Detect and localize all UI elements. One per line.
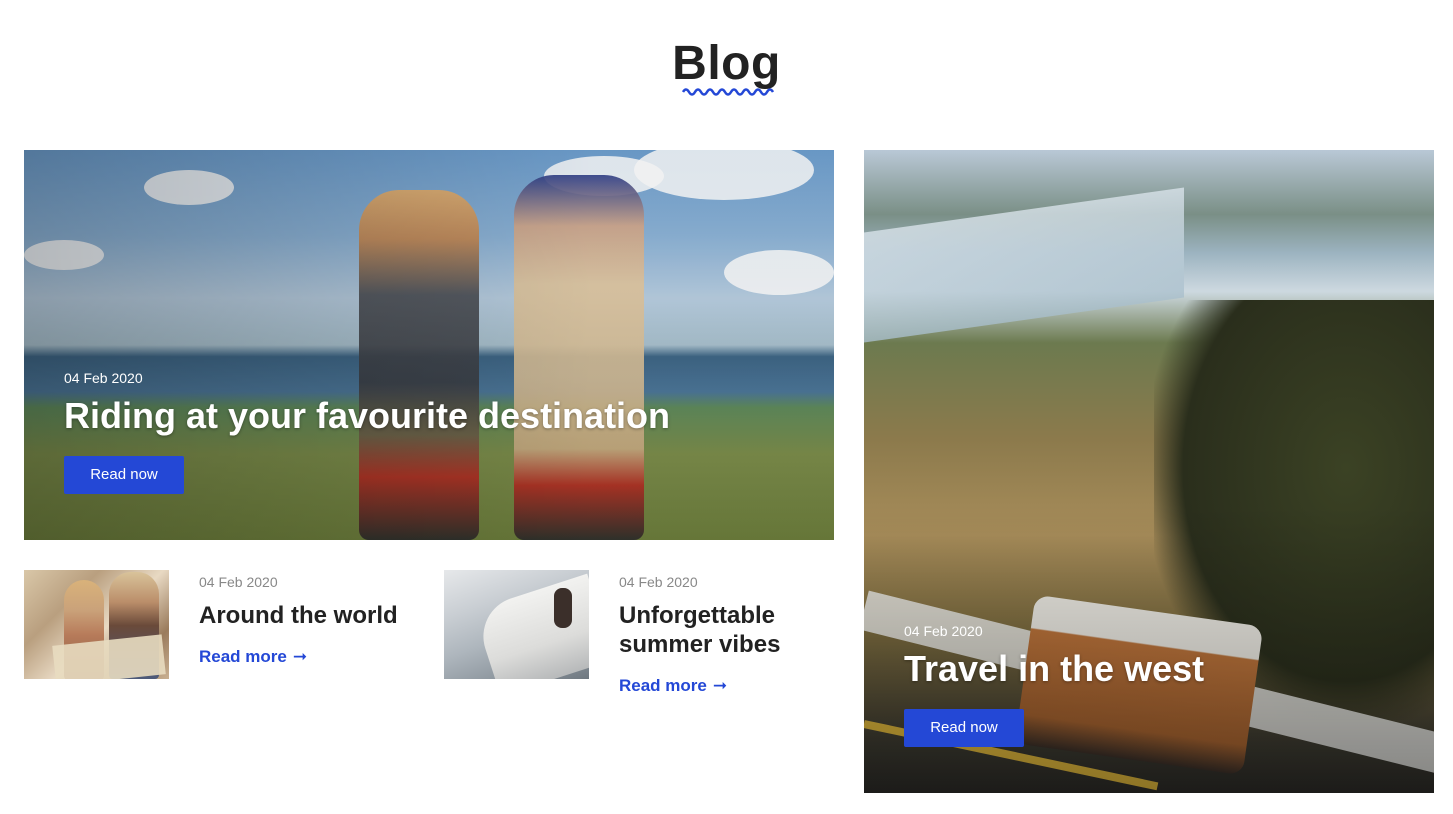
post-date: 04 Feb 2020 — [904, 623, 983, 639]
post-date: 04 Feb 2020 — [64, 370, 143, 386]
read-more-label: Read more — [619, 675, 707, 695]
post-title[interactable]: Around the world — [199, 602, 429, 631]
post-title[interactable]: Riding at your favourite destination — [64, 396, 670, 436]
read-more-label: Read more — [199, 646, 287, 666]
post-date: 04 Feb 2020 — [619, 574, 698, 590]
post-title[interactable]: Unforgettable summer vibes — [619, 602, 849, 660]
arrow-right-icon: ➞ — [292, 646, 308, 666]
featured-post-card[interactable]: 04 Feb 2020 Travel in the west Read now — [864, 150, 1434, 793]
post-title[interactable]: Travel in the west — [904, 649, 1204, 689]
read-more-link[interactable]: Read more ➞ — [619, 676, 849, 696]
post-date: 04 Feb 2020 — [199, 574, 278, 590]
post-thumbnail[interactable] — [24, 570, 169, 679]
page-title: Blog — [672, 37, 781, 91]
title-wave-divider — [682, 88, 775, 96]
featured-post-content: 04 Feb 2020 Riding at your favourite des… — [64, 370, 670, 494]
featured-post-content: 04 Feb 2020 Travel in the west Read now — [904, 623, 1204, 747]
read-now-button[interactable]: Read now — [64, 455, 184, 494]
featured-post-card[interactable]: 04 Feb 2020 Riding at your favourite des… — [24, 150, 834, 540]
post-text: 04 Feb 2020 Around the world Read more ➞ — [199, 574, 429, 667]
read-now-button[interactable]: Read now — [904, 708, 1024, 747]
arrow-right-icon: ➞ — [712, 675, 728, 695]
post-text: 04 Feb 2020 Unforgettable summer vibes R… — [619, 574, 849, 696]
read-more-link[interactable]: Read more ➞ — [199, 647, 429, 667]
post-thumbnail[interactable] — [444, 570, 589, 679]
